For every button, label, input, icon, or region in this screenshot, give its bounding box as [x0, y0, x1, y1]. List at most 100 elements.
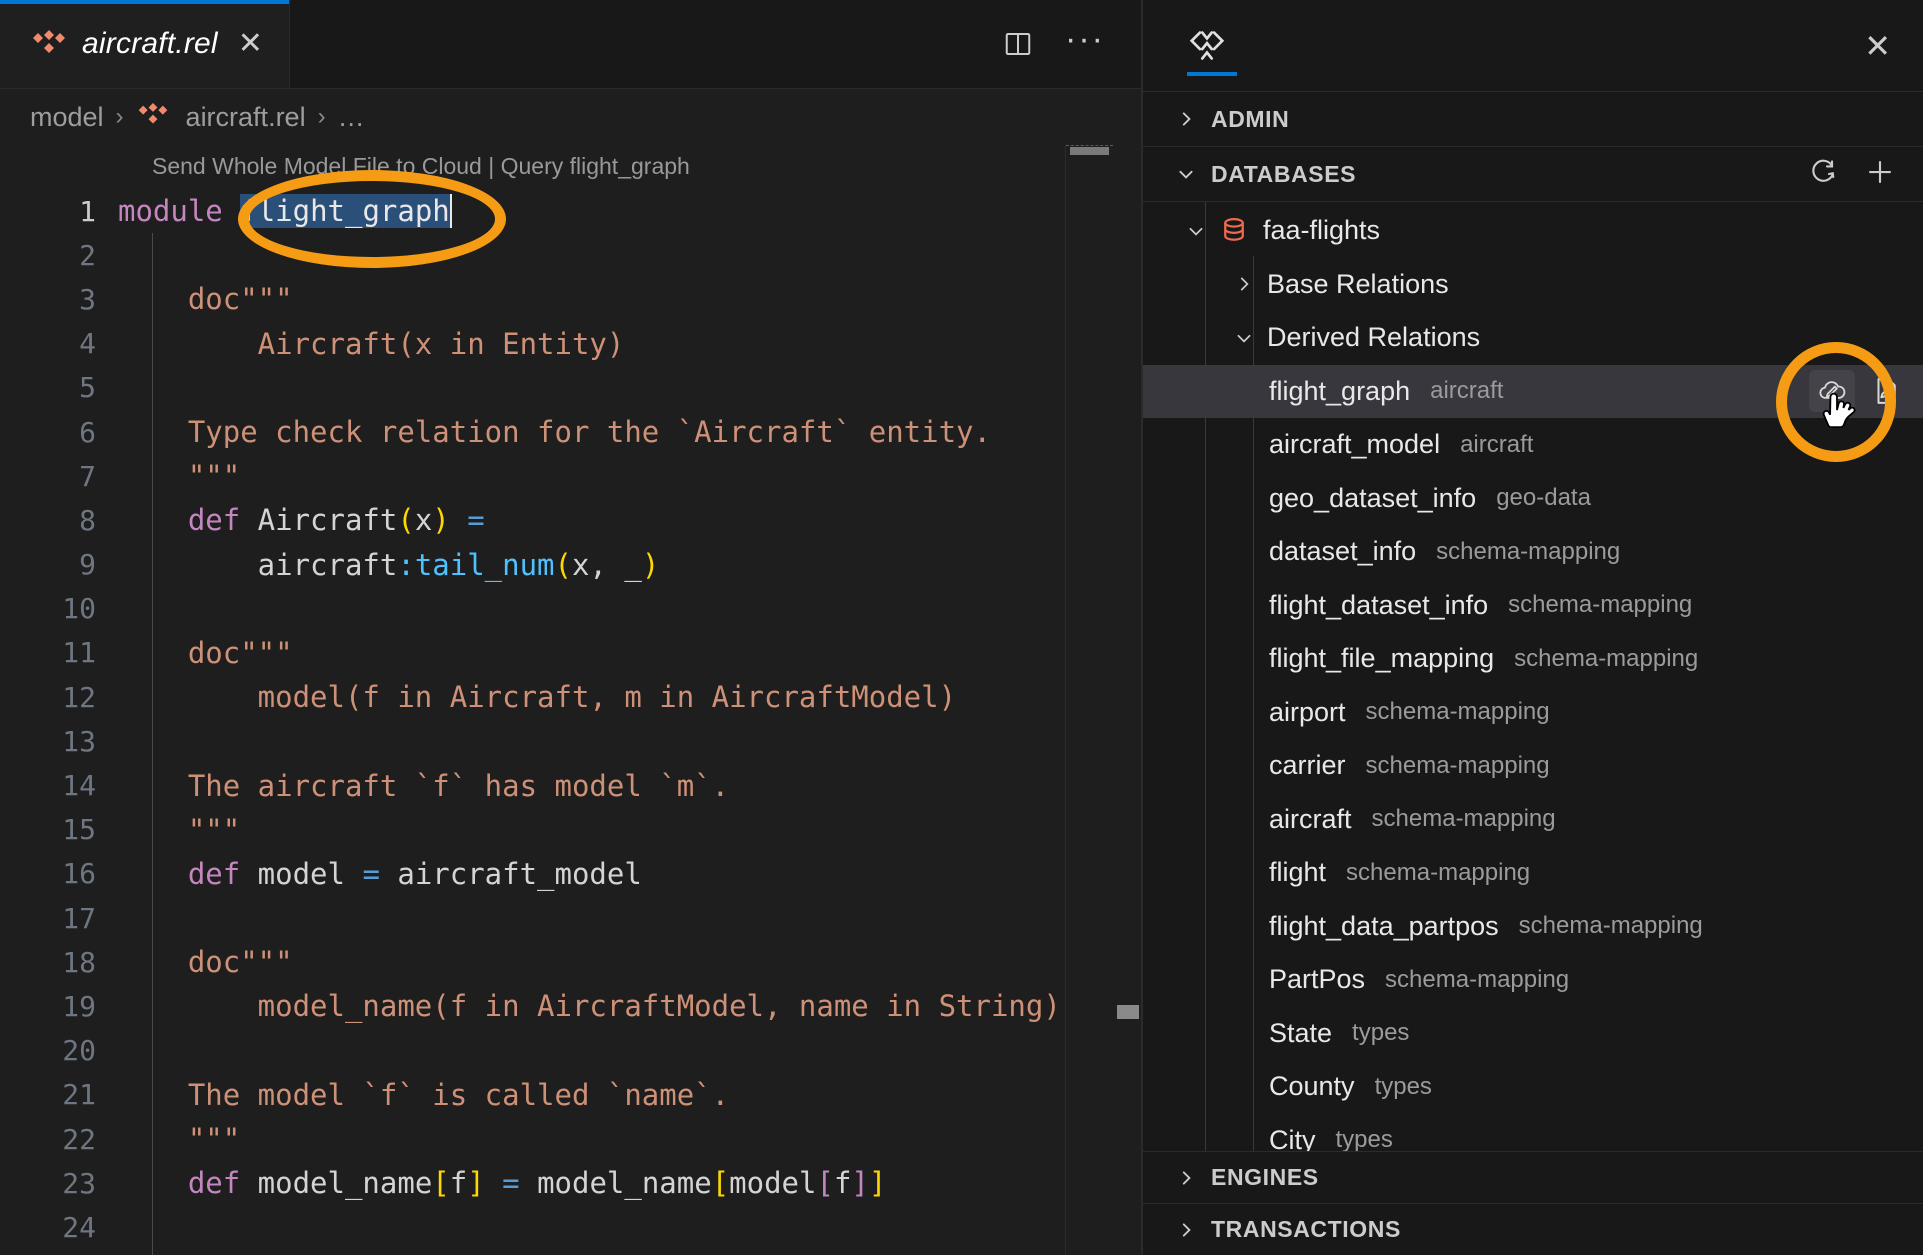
- line-number: 6: [79, 415, 96, 449]
- relation-row-actions: [1809, 370, 1909, 429]
- breadcrumb-item-more[interactable]: …: [338, 102, 366, 133]
- tree-item-relation[interactable]: flight schema-mapping: [1143, 846, 1923, 900]
- code-text[interactable]: def model = aircraft_model: [118, 857, 642, 891]
- code-token: ]: [868, 1166, 887, 1201]
- relation-name: aircraft: [1269, 803, 1352, 834]
- tree-item-relation[interactable]: dataset_info schema-mapping: [1143, 525, 1923, 579]
- code-text[interactable]: The model `f` is called `name`.: [118, 1078, 729, 1112]
- tree-item-relation[interactable]: aircraft_model aircraft: [1143, 418, 1923, 472]
- minimap-slider[interactable]: [1070, 147, 1109, 155]
- code-text[interactable]: Aircraft(x in Entity): [118, 327, 625, 361]
- selected-token: flight_graph: [240, 194, 450, 229]
- code-text[interactable]: """: [118, 1122, 240, 1156]
- section-databases[interactable]: DATABASES: [1143, 147, 1923, 202]
- line-number: 14: [62, 769, 96, 803]
- editor-tab-aircraft-rel[interactable]: aircraft.rel ✕: [0, 0, 290, 88]
- breadcrumb-item-model[interactable]: model: [30, 102, 104, 133]
- code-token: aircraft_model: [379, 856, 642, 891]
- close-icon[interactable]: ✕: [238, 29, 263, 59]
- code-line: 11 doc""": [0, 631, 1141, 675]
- code-line: 12 model(f in Aircraft, m in AircraftMod…: [0, 675, 1141, 719]
- minimap-top-border: [1066, 145, 1113, 146]
- tree-item-relation[interactable]: geo_dataset_info geo-data: [1143, 472, 1923, 526]
- more-actions-icon[interactable]: ···: [1065, 22, 1105, 58]
- code-token: def: [118, 503, 241, 538]
- chevron-right-icon-group[interactable]: [1235, 275, 1253, 293]
- tree-item-relation[interactable]: City types: [1143, 1114, 1923, 1151]
- database-icon: [1219, 216, 1249, 246]
- code-editor[interactable]: Send Whole Model File to Cloud | Query f…: [0, 145, 1141, 1255]
- tree-item-relation[interactable]: carrier schema-mapping: [1143, 739, 1923, 793]
- code-text[interactable]: doc""": [118, 282, 293, 316]
- code-text[interactable]: """: [118, 459, 240, 493]
- code-token: [: [711, 1166, 730, 1201]
- tree-item-relation[interactable]: flight_dataset_info schema-mapping: [1143, 579, 1923, 633]
- line-number: 20: [62, 1034, 96, 1068]
- code-token: aircraft: [118, 547, 398, 582]
- tree-item-relation[interactable]: County types: [1143, 1060, 1923, 1114]
- tree-item-relation[interactable]: flight_data_partpos schema-mapping: [1143, 900, 1923, 954]
- code-text[interactable]: doc""": [118, 945, 293, 979]
- code-text[interactable]: model_name(f in AircraftModel, name in S…: [118, 989, 1061, 1023]
- tree-item-relation[interactable]: flight_file_mapping schema-mapping: [1143, 632, 1923, 686]
- code-line: 21 The model `f` is called `name`.: [0, 1073, 1141, 1117]
- code-token: model: [729, 1166, 817, 1201]
- tree-item-relation[interactable]: State types: [1143, 1007, 1923, 1061]
- tree-node-database-faa-flights[interactable]: faa-flights: [1143, 204, 1923, 258]
- editor-scrollbar-thumb[interactable]: [1117, 1005, 1139, 1019]
- code-line: 5: [0, 366, 1141, 410]
- line-number: 5: [79, 371, 96, 405]
- code-text[interactable]: doc""": [118, 636, 293, 670]
- code-text[interactable]: module flight_graph: [118, 194, 452, 229]
- rai-logo-icon-breadcrumb: [136, 102, 174, 132]
- relation-source: aircraft: [1430, 377, 1504, 405]
- split-editor-icon[interactable]: [1001, 27, 1035, 61]
- relation-name: flight_dataset_info: [1269, 589, 1489, 620]
- tree-group-base-relations[interactable]: Base Relations: [1143, 258, 1923, 312]
- code-line: 9 aircraft:tail_num(x, _): [0, 543, 1141, 587]
- code-text[interactable]: def model_name[f] = model_name[model[f]]: [118, 1166, 887, 1201]
- chevron-down-icon-group[interactable]: [1235, 329, 1253, 347]
- code-text[interactable]: The aircraft `f` has model `m`.: [118, 769, 729, 803]
- tree-item-relation[interactable]: flight_graph aircraft: [1143, 364, 1923, 429]
- code-text[interactable]: """: [118, 813, 240, 847]
- tree-item-relation[interactable]: airport schema-mapping: [1143, 686, 1923, 740]
- plus-icon[interactable]: [1865, 157, 1895, 192]
- tree-indent-guide-2: [1253, 256, 1254, 1151]
- databases-tree[interactable]: faa-flights Base Relations Derived Relatio…: [1143, 202, 1923, 1151]
- chevron-down-icon-database[interactable]: [1187, 222, 1205, 240]
- panel-tab-rai[interactable]: [1181, 0, 1237, 92]
- breadcrumb-separator-icon: ›: [115, 103, 124, 130]
- file-edit-icon[interactable]: [1863, 370, 1909, 412]
- tree-group-derived-relations[interactable]: Derived Relations: [1143, 311, 1923, 365]
- code-token: doc""": [118, 635, 293, 670]
- refresh-icon[interactable]: [1807, 157, 1837, 192]
- code-text[interactable]: aircraft:tail_num(x, _): [118, 547, 660, 582]
- breadcrumb-item-file[interactable]: aircraft.rel: [186, 102, 306, 133]
- code-line: 8 def Aircraft(x) =: [0, 498, 1141, 542]
- code-token: ): [432, 503, 450, 538]
- code-token: ): [641, 547, 660, 582]
- section-transactions[interactable]: TRANSACTIONS: [1143, 1203, 1923, 1255]
- panel-close-icon[interactable]: ✕: [1864, 30, 1891, 62]
- code-lines: 1 module flight_graph 2 3 doc""" 4 Aircraft(…: [0, 189, 1141, 1255]
- tree-item-relation[interactable]: aircraft schema-mapping: [1143, 793, 1923, 847]
- relation-name: geo_dataset_info: [1269, 482, 1477, 513]
- panel-header: ✕: [1143, 0, 1923, 92]
- section-admin[interactable]: ADMIN: [1143, 92, 1923, 147]
- tree-item-relation[interactable]: PartPos schema-mapping: [1143, 953, 1923, 1007]
- editor-minimap[interactable]: [1065, 145, 1113, 1255]
- code-text[interactable]: def Aircraft(x) =: [118, 503, 485, 537]
- breadcrumb: model › aircraft.rel › …: [0, 89, 1141, 145]
- code-text[interactable]: model(f in Aircraft, m in AircraftModel): [118, 680, 956, 714]
- section-transactions-label: TRANSACTIONS: [1211, 1216, 1401, 1242]
- line-number: 4: [79, 327, 96, 361]
- section-engines[interactable]: ENGINES: [1143, 1151, 1923, 1203]
- line-number: 23: [62, 1166, 96, 1200]
- code-line: 2: [0, 233, 1141, 277]
- codelens-actions[interactable]: Send Whole Model File to Cloud | Query f…: [152, 153, 690, 180]
- breadcrumb-separator-icon-2: ›: [317, 103, 326, 130]
- cloud-edit-icon[interactable]: [1809, 370, 1855, 413]
- code-text[interactable]: Type check relation for the `Aircraft` e…: [118, 415, 991, 449]
- editor-pane: aircraft.rel ✕ ··· model › aircraft.rel …: [0, 0, 1142, 1255]
